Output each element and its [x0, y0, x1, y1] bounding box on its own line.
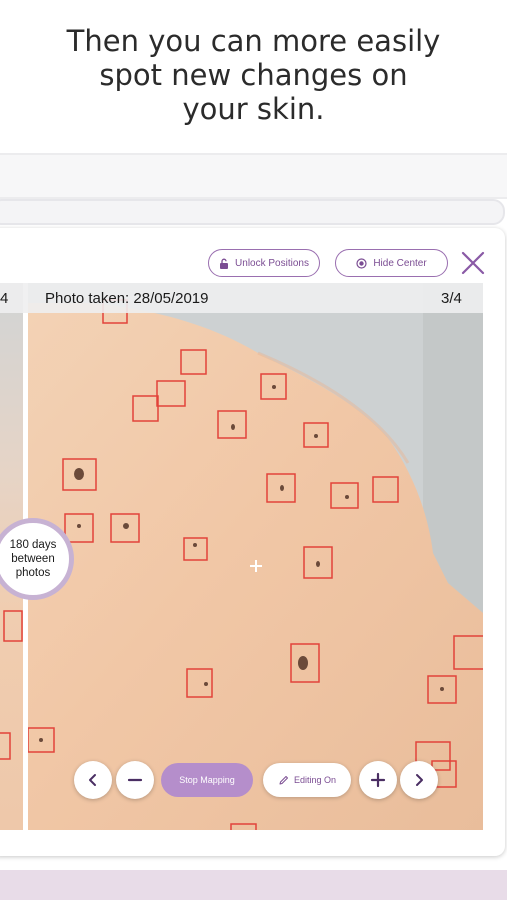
unlock-positions-label: Unlock Positions — [235, 257, 309, 269]
stop-mapping-button[interactable]: Stop Mapping — [161, 763, 253, 797]
previous-photo-counter: 4 — [0, 290, 9, 307]
plus-icon — [370, 772, 386, 788]
headline-line-3: your skin. — [182, 92, 325, 126]
lock-icon — [220, 258, 229, 269]
close-button[interactable] — [460, 250, 486, 276]
close-icon — [461, 251, 485, 275]
pencil-icon — [279, 775, 288, 784]
current-photo[interactable] — [28, 283, 483, 830]
editing-label: Editing On — [293, 775, 337, 785]
unlock-positions-button[interactable]: Unlock Positions — [208, 249, 320, 277]
headline-line-1: Then you can more easily — [66, 24, 441, 58]
hide-center-label: Hide Center — [373, 257, 427, 269]
previous-button[interactable] — [74, 761, 112, 799]
target-icon — [356, 257, 367, 269]
chevron-right-icon — [416, 774, 423, 786]
zoom-in-button[interactable] — [359, 761, 397, 799]
editing-toggle-button[interactable]: Editing On — [263, 763, 351, 797]
photo-taken-prefix: Photo taken: — [45, 290, 130, 307]
app-header-bar — [0, 153, 507, 199]
next-button[interactable] — [400, 761, 438, 799]
photo-counter: 3/4 — [441, 290, 462, 307]
headline-line-2: spot new changes on — [99, 58, 408, 92]
headline: Then you can more easily spot new change… — [0, 24, 507, 126]
app-sub-bar — [0, 199, 505, 225]
hide-center-button[interactable]: Hide Center — [335, 249, 448, 277]
skin-photo-illustration — [28, 283, 483, 830]
photo-date: 28/05/2019 — [133, 290, 209, 307]
bottom-decor-band — [0, 870, 507, 900]
zoom-out-button[interactable] — [116, 761, 154, 799]
days-between-text: 180 days between photos — [9, 539, 57, 579]
photo-taken-label: Photo taken: 28/05/2019 — [45, 290, 208, 307]
stop-mapping-label: Stop Mapping — [179, 775, 235, 785]
minus-icon — [127, 778, 143, 782]
chevron-left-icon — [89, 774, 96, 786]
